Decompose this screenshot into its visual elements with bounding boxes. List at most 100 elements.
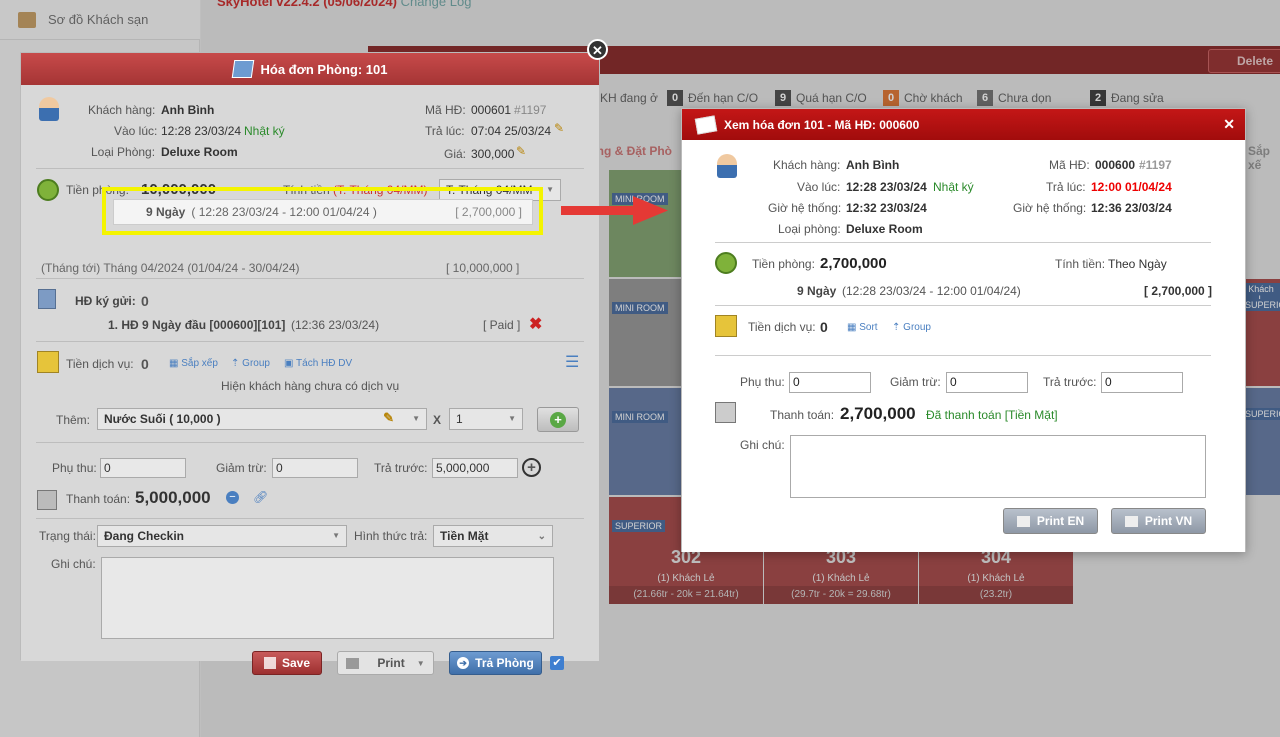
payment-value: 2,700,000 [840,404,916,423]
log-link[interactable]: Nhật ký [244,124,285,138]
surcharge-input[interactable]: 0 [789,372,871,393]
user-icon [39,97,59,121]
paymethod-select[interactable]: Tiền Mặt ⌄ [433,525,553,547]
deposit-count: 0 [141,293,149,309]
roomtype-label: Loại phòng: [778,222,841,236]
dialog-title-bar: Xem hóa đơn 101 - Mã HĐ: 000600 ✕ [682,109,1245,140]
add-circle-icon[interactable]: + [522,458,541,477]
invoice-label: Mã HĐ: [425,103,466,117]
add-service-button[interactable]: + [537,407,579,432]
service-count: 0 [820,319,828,335]
discount-input[interactable]: 0 [946,372,1028,393]
checkin-time: 12:28 23/03/24 [846,180,927,194]
surcharge-label: Phụ thu: [52,461,97,475]
edit-icon[interactable]: ✎ [516,144,526,158]
prepaid-label: Trả trước: [374,461,428,475]
prepaid-label: Trả trước: [1043,375,1097,389]
checkout-button[interactable]: ➔ Trả Phòng [449,651,542,675]
payment-label: Thanh toán: [66,492,131,506]
checkout-checkbox[interactable]: ✔ [550,656,564,670]
price-label: Giá: [444,147,467,161]
days-count: 9 Ngày [797,284,837,298]
systime-out: 12:36 23/03/24 [1091,201,1172,215]
checkin-time: 12:28 23/03/24 [161,124,242,138]
clock-icon [37,179,59,201]
note-textarea[interactable] [790,435,1206,498]
discount-label: Giảm trừ: [890,375,941,389]
minus-icon[interactable]: − [226,491,239,504]
print-button[interactable]: Print ▼ [337,651,434,675]
arrow-right-icon: ➔ [457,657,470,669]
printer-icon [1016,515,1030,527]
sort-link[interactable]: ▦ Sort [847,322,878,333]
log-link[interactable]: Nhật ký [933,180,974,194]
note-textarea[interactable] [101,557,554,639]
paymethod-label: Hình thức trả: [354,529,428,543]
deposit-item[interactable]: 1. HĐ 9 Ngày đầu [000600][101] [108,318,285,332]
service-count: 0 [141,356,149,372]
delete-icon[interactable]: ✖ [529,314,542,334]
printer-icon [1124,515,1138,527]
link-icon[interactable]: 🔗︎ [253,490,268,504]
close-icon[interactable]: ✕ [1223,116,1235,133]
document-edit-icon [694,114,718,135]
plus-icon: + [550,411,566,428]
printer-icon [346,657,360,669]
save-icon [263,657,276,669]
days-amount: [ 2,700,000 ] [1144,284,1213,298]
note-label: Ghi chú: [740,438,785,452]
close-icon[interactable]: ✕ [587,39,608,60]
quantity-select[interactable]: 1 ▼ [449,408,523,430]
checkout-label: Trả lúc: [425,124,465,138]
deposit-status: [ Paid ] [483,318,521,332]
month-amount: [ 10,000,000 ] [446,261,520,275]
highlight-box [102,187,543,235]
systime-in: 12:32 23/03/24 [846,201,927,215]
checkout-time: 07:04 25/03/24 [471,124,552,138]
clock-icon [715,252,737,274]
split-invoice-link[interactable]: ▣ Tách HĐ DV [284,358,352,369]
room-invoice-dialog: Hóa đơn Phòng: 101 Khách hàng: Anh Bình … [20,52,600,675]
no-service-message: Hiện khách hàng chưa có dịch vụ [221,379,400,393]
payment-status: Đã thanh toán [Tiền Mặt] [926,408,1058,422]
dialog-title: Hóa đơn Phòng: 101 [260,61,388,77]
service-icon [715,315,737,337]
menu-icon[interactable]: ☰ [565,352,579,372]
status-select[interactable]: Đang Checkin ▼ [97,525,347,547]
service-icon [37,351,59,373]
days-range: (12:28 23/03/24 - 12:00 01/04/24) [842,284,1021,298]
discount-input[interactable]: 0 [272,458,358,478]
group-link[interactable]: ⇡ Group [231,358,270,369]
checkout-time: 12:00 01/04/24 [1091,180,1172,194]
customer-name: Anh Bình [846,158,900,172]
save-button[interactable]: Save [252,651,322,675]
service-select[interactable]: Nước Suối ( 10,000 ) ✎ ▼ [97,408,427,430]
arrow-right-icon [561,196,668,225]
sort-link[interactable]: ▦ Sắp xếp [169,358,218,369]
prepaid-input[interactable]: 5,000,000 [432,458,518,478]
print-vn-button[interactable]: Print VN [1111,508,1206,534]
checkout-label: Trả lúc: [1046,180,1086,194]
service-label: Tiền dịch vụ: [748,320,816,334]
invoice-number: 000601 [471,103,512,117]
room-fee-label: Tiền phòng: [752,257,815,271]
group-link[interactable]: ⇡ Group [892,322,931,333]
checkin-label: Vào lúc: [114,124,158,138]
month-row: (Tháng tới) Tháng 04/2024 (01/04/24 - 30… [41,261,300,275]
invoice-number: 000600 [1095,158,1136,172]
service-label: Tiền dịch vụ: [66,357,134,371]
surcharge-input[interactable]: 0 [100,458,186,478]
invoice-id: #1197 [514,103,547,117]
edit-icon[interactable]: ✎ [554,121,564,135]
customer-label: Khách hàng: [88,103,156,117]
deposit-label: HĐ ký gửi: [75,294,136,308]
calculator-icon [715,402,736,423]
roomtype-label: Loại Phòng: [91,145,156,159]
payment-value: 5,000,000 [135,488,211,507]
print-en-button[interactable]: Print EN [1003,508,1098,534]
room-type: Deluxe Room [846,222,923,236]
charge-label: Tính tiền: [1055,257,1106,271]
discount-label: Giảm trừ: [216,461,267,475]
deposit-time: (12:36 23/03/24) [291,318,380,332]
prepaid-input[interactable]: 0 [1101,372,1183,393]
